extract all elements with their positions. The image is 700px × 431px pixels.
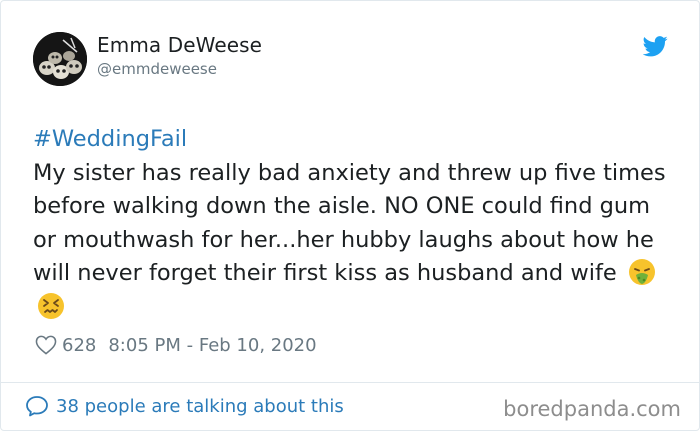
conversation-text[interactable]: 38 people are talking about this [56,396,344,417]
avatar[interactable] [33,32,87,86]
footer-divider [1,382,699,383]
speech-bubble-icon [26,396,48,417]
watermark-logo: boredpanda.com [503,397,681,421]
skulls-avatar-image [33,32,87,86]
tweet-card: Emma DeWeese @emmdeweese #WeddingFail My… [0,0,700,431]
twitter-bird-icon[interactable] [643,36,668,57]
tweet-body: My sister has really bad anxiety and thr… [33,159,666,287]
tweet-text: #WeddingFail My sister has really bad an… [33,123,673,324]
heart-icon[interactable] [35,335,57,355]
confounded-face-emoji-icon [38,292,64,319]
tweet-meta: 628 8:05 PM - Feb 10, 2020 [35,332,317,358]
conversation-link[interactable]: 38 people are talking about this [25,395,344,417]
nauseated-face-emoji-icon [628,259,655,285]
author-name[interactable]: Emma DeWeese [97,33,262,57]
tweet-timestamp[interactable]: 8:05 PM - Feb 10, 2020 [108,335,316,356]
like-count[interactable]: 628 [62,335,96,356]
author-handle[interactable]: @emmdeweese [97,60,217,78]
hashtag-link[interactable]: #WeddingFail [33,123,673,157]
